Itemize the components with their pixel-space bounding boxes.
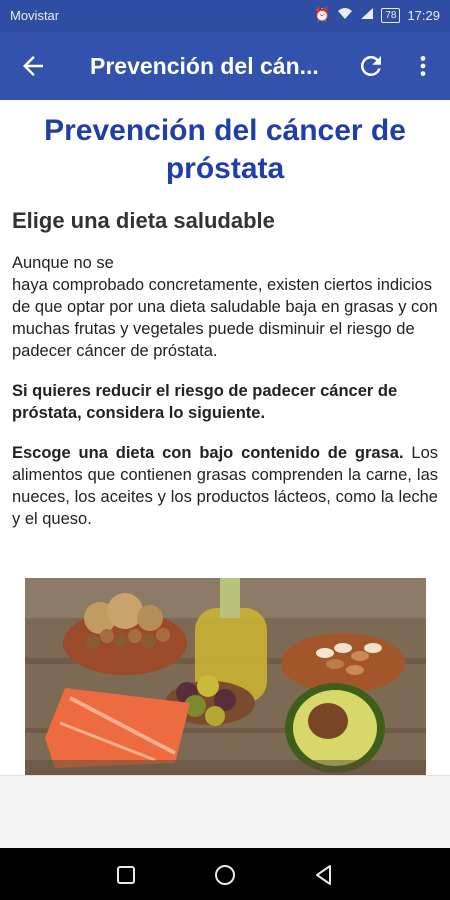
tip-heading: Escoge una dieta con bajo contenido de g… [12,444,404,462]
intro-text: haya comprobado concretamente, existen c… [12,276,438,360]
battery-level: 78 [381,7,401,23]
clock: 17:29 [407,7,440,23]
intro-paragraph: Aunque no se haya comprobado concretamen… [12,252,438,362]
section-title: Elige una dieta saludable [12,208,275,233]
app-bar: Prevención del cán... [0,32,450,100]
article-content[interactable]: Prevención del cáncer de próstata Elige … [0,100,450,775]
status-icons: ⏰ 78 17:29 [314,7,440,23]
refresh-icon[interactable] [356,51,386,81]
status-bar: Movistar ⏰ 78 17:29 [0,0,450,32]
recent-apps-icon[interactable] [113,862,139,888]
toolbar-title: Prevención del cán... [90,53,319,79]
system-nav-bar [0,848,450,900]
article-title: Prevención del cáncer de próstata [44,114,406,185]
home-icon[interactable] [212,862,238,888]
healthy-food-image [25,578,426,775]
signal-icon [360,7,374,23]
alarm-icon: ⏰ [314,7,331,22]
intro-line-1: Aunque no se [12,254,114,272]
back-triangle-icon[interactable] [311,862,337,888]
carrier-name: Movistar [10,8,60,23]
tip-paragraph: Escoge una dieta con bajo contenido de g… [12,442,438,530]
arrow-back-icon[interactable] [18,51,48,81]
more-vert-icon[interactable] [410,51,436,81]
wifi-icon [337,7,353,23]
highlight-paragraph: Si quieres reducir el riesgo de padecer … [12,382,398,422]
bottom-ad-area [0,775,450,849]
